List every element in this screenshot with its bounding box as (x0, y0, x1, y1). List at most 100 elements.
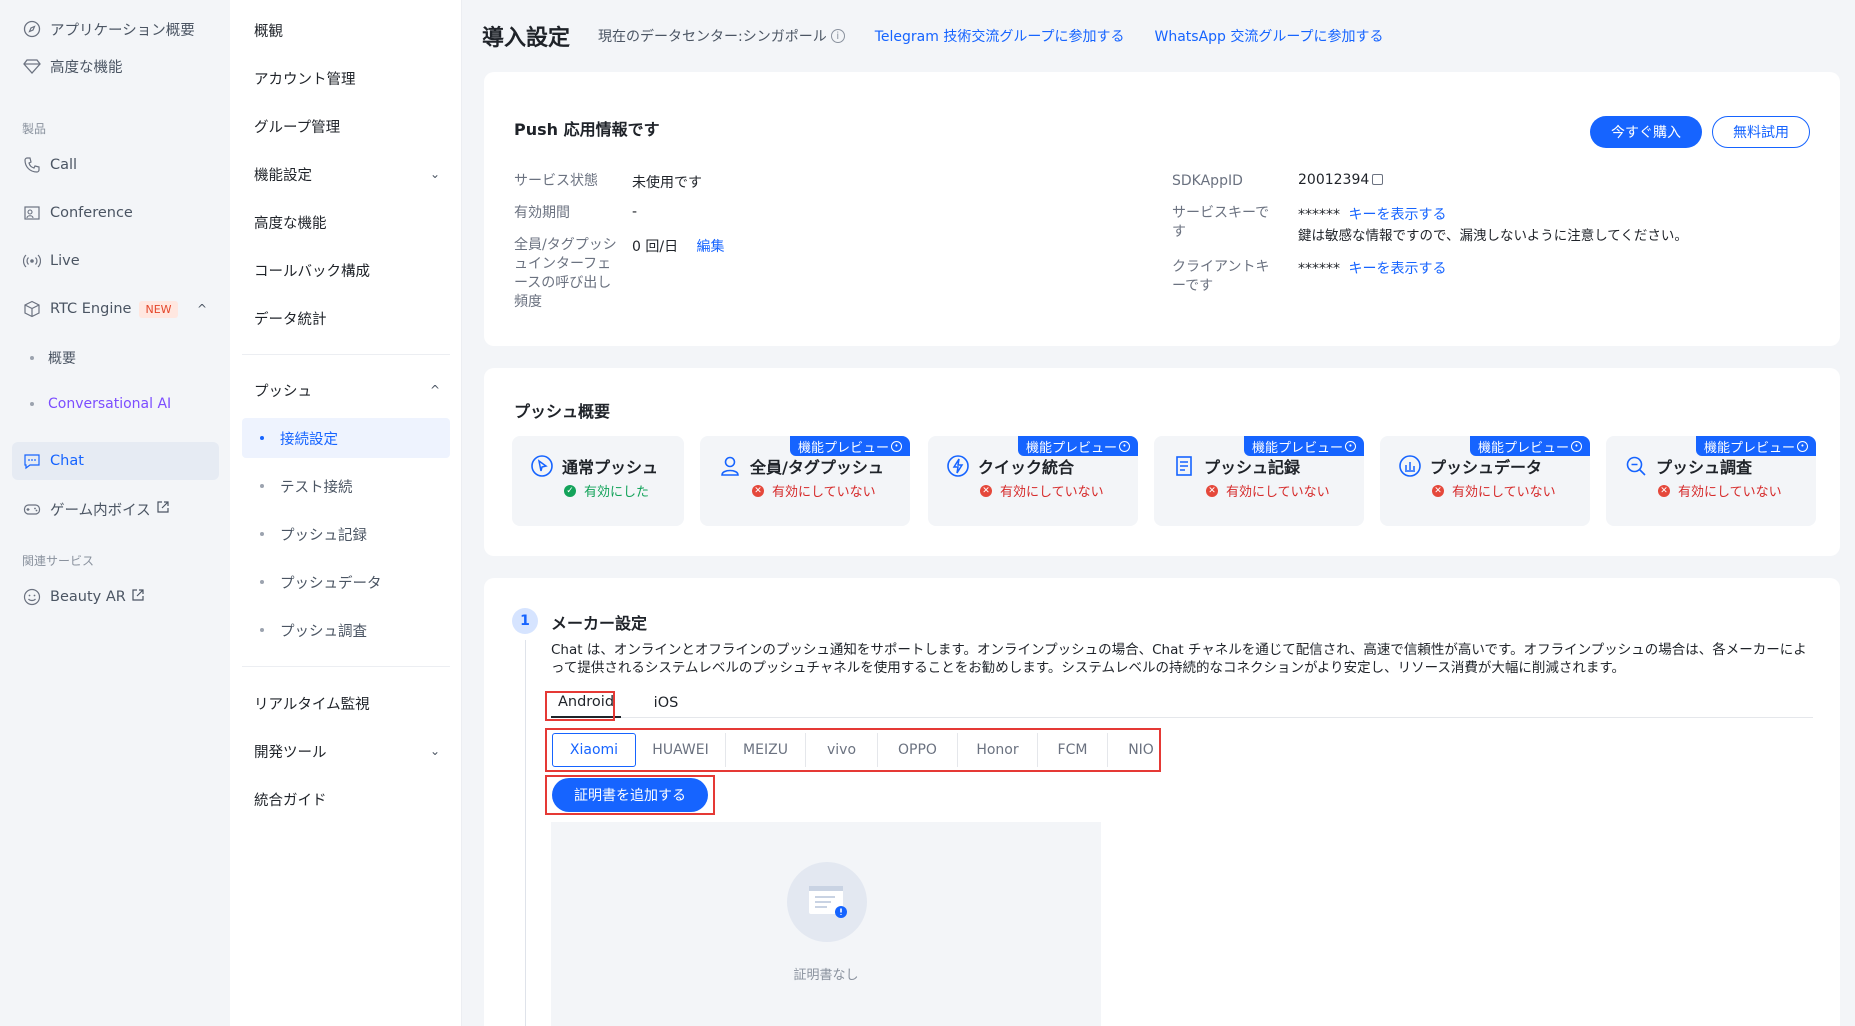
tile-push-records[interactable]: 機能プレビュー • プッシュ記録 ✕ 有効にしていない (1154, 436, 1364, 526)
sidebar-item-label: Conference (50, 205, 133, 221)
tile-normal-push[interactable]: 通常プッシュ ✓ 有効にした (512, 436, 684, 526)
status-badge: ✕ 有効にしていない (1432, 481, 1556, 500)
free-trial-button[interactable]: 無料試用 (1712, 116, 1810, 148)
nav-item-overview[interactable]: 概観 (242, 10, 450, 50)
bullet-icon (260, 628, 264, 632)
whatsapp-link[interactable]: WhatsApp 交流グループに参加する (1155, 26, 1384, 46)
nav-item-integration-guide[interactable]: 統合ガイド (242, 779, 450, 819)
x-icon: ✕ (1206, 484, 1218, 497)
nav-item-group[interactable]: グループ管理 (242, 106, 450, 146)
diamond-icon (22, 56, 42, 76)
nav-item-account[interactable]: アカウント管理 (242, 58, 450, 98)
sidebar-item-game-voice[interactable]: ゲーム内ボイス (12, 490, 219, 528)
nav-label: データ統計 (254, 311, 327, 328)
tile-name: 全員/タグプッシュ (718, 454, 884, 478)
nav-label: リアルタイム監視 (254, 696, 370, 713)
sidebar-item-conference[interactable]: Conference (12, 194, 219, 232)
maker-settings-description: Chat は、オンラインとオフラインのプッシュ通知をサポートします。オンラインプ… (551, 642, 1807, 676)
copy-icon[interactable] (1372, 174, 1384, 185)
sidebar-item-label: Call (50, 157, 78, 173)
sidebar-item-label: Beauty AR (50, 589, 126, 605)
empty-certificate-icon (787, 862, 867, 942)
validity-value: - (632, 204, 638, 220)
external-link-icon (132, 589, 144, 605)
tile-label: プッシュ調査 (1656, 458, 1753, 477)
nav-item-dev-tools[interactable]: 開発ツール ⌄ (242, 731, 450, 771)
nav-item-callback[interactable]: コールバック構成 (242, 250, 450, 290)
sidebar-item-label: Chat (50, 453, 84, 469)
client-key-label: クライアントキーです (1172, 259, 1270, 294)
telegram-link[interactable]: Telegram 技術交流グループに参加する (875, 26, 1125, 46)
primary-sidebar: アプリケーション概要 高度な機能 製品 Call Conference Live… (0, 0, 230, 1026)
show-service-key-link[interactable]: キーを表示する (1348, 207, 1446, 223)
user-icon (718, 454, 742, 478)
broadcast-icon (22, 251, 42, 271)
tile-label: 全員/タグプッシュ (750, 458, 884, 477)
client-key-masked: ****** (1298, 261, 1340, 277)
nav-item-feature-settings[interactable]: 機能設定 ⌄ (242, 154, 450, 194)
nav-item-data-stats[interactable]: データ統計 (242, 298, 450, 338)
sidebar-subitem-overview[interactable]: 概要 (30, 348, 76, 368)
nav-label: コールバック構成 (254, 263, 370, 280)
status-text: 有効にしていない (1226, 485, 1330, 500)
section-label-products: 製品 (22, 122, 47, 136)
status-text: 有効にした (584, 485, 650, 500)
bullet-icon (260, 580, 264, 584)
sidebar-subitem-conversational-ai[interactable]: Conversational AI (30, 396, 171, 412)
sdkappid-value: 20012394 (1298, 172, 1370, 188)
smile-icon (22, 587, 42, 607)
x-icon: ✕ (980, 484, 992, 497)
datacenter-label: 現在のデータセンター:シンガポール i (598, 26, 845, 46)
sidebar-item-rtc-engine[interactable]: RTC Engine NEW ^ (12, 290, 219, 328)
gamepad-icon (22, 499, 42, 519)
service-status-value: 未使用です (632, 175, 702, 191)
status-badge: ✕ 有効にしていない (1206, 481, 1330, 500)
nav-item-realtime-monitoring[interactable]: リアルタイム監視 (242, 683, 450, 723)
certificate-empty-state: 証明書なし (551, 822, 1101, 1026)
edit-frequency-link[interactable]: 編集 (697, 239, 725, 255)
sidebar-item-chat[interactable]: Chat (12, 442, 219, 480)
highlight-box-android-tab (545, 691, 615, 721)
nav-label: 概観 (254, 23, 283, 40)
tab-ios[interactable]: iOS (641, 688, 691, 718)
nav-item-advanced[interactable]: 高度な機能 (242, 202, 450, 242)
preview-info-icon: • (1345, 440, 1356, 452)
nav-subitem-push-records[interactable]: プッシュ記録 (242, 514, 450, 554)
nav-subitem-test-connection[interactable]: テスト接続 (242, 466, 450, 506)
show-client-key-link[interactable]: キーを表示する (1348, 261, 1446, 277)
status-text: 有効にしていない (772, 485, 876, 500)
tile-push-data[interactable]: 機能プレビュー • プッシュデータ ✕ 有効にしていない (1380, 436, 1590, 526)
nav-subitem-push-investigation[interactable]: プッシュ調査 (242, 610, 450, 650)
tile-label: クイック統合 (978, 458, 1075, 477)
lightning-icon (946, 454, 970, 478)
step-connector (525, 640, 526, 1026)
tile-push-investigation[interactable]: 機能プレビュー • プッシュ調査 ✕ 有効にしていない (1606, 436, 1816, 526)
sidebar-item-app-overview[interactable]: アプリケーション概要 (12, 10, 219, 48)
nav-divider (242, 666, 450, 667)
nav-subitem-push-data[interactable]: プッシュデータ (242, 562, 450, 602)
chevron-up-icon: ^ (429, 383, 440, 397)
sidebar-item-label: アプリケーション概要 (50, 22, 195, 39)
maker-settings-title: メーカー設定 (551, 614, 648, 633)
tile-name: クイック統合 (946, 454, 1074, 478)
nav-label: プッシュ調査 (280, 623, 367, 640)
preview-badge-label: 機能プレビュー (1703, 440, 1795, 456)
sidebar-item-advanced[interactable]: 高度な機能 (12, 47, 219, 85)
status-badge: ✕ 有効にしていない (980, 481, 1104, 500)
nav-item-push[interactable]: プッシュ ^ (242, 370, 450, 410)
tile-all-tag-push[interactable]: 機能プレビュー • 全員/タグプッシュ ✕ 有効にしていない (700, 436, 910, 526)
check-icon: ✓ (564, 484, 576, 497)
tile-quick-integration[interactable]: 機能プレビュー • クイック統合 ✕ 有効にしていない (928, 436, 1138, 526)
preview-info-icon: • (1797, 440, 1808, 452)
preview-badge: 機能プレビュー • (1469, 436, 1590, 456)
info-icon[interactable]: i (830, 29, 845, 43)
cursor-icon (530, 454, 554, 478)
frequency-value: 0 回/日 (632, 239, 679, 255)
nav-subitem-connection-settings[interactable]: 接続設定 (242, 418, 450, 458)
validity-label: 有効期間 (514, 205, 570, 221)
buy-now-button[interactable]: 今すぐ購入 (1590, 116, 1702, 148)
sidebar-item-live[interactable]: Live (12, 242, 219, 280)
push-overview-title: プッシュ概要 (514, 402, 611, 421)
sidebar-item-call[interactable]: Call (12, 146, 219, 184)
sidebar-item-beauty-ar[interactable]: Beauty AR (12, 578, 219, 616)
